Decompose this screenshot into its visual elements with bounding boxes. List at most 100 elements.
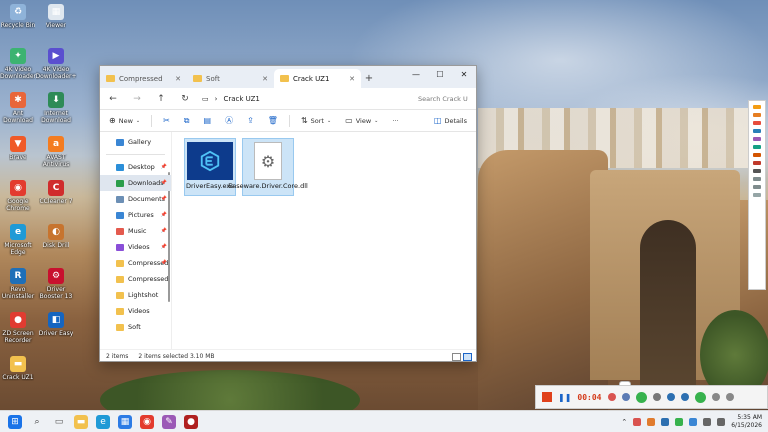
copy-button[interactable]: ⧉ (181, 114, 193, 128)
desktop-shortcut[interactable]: ● ZD Screen Recorder (0, 312, 38, 344)
eye-icon[interactable] (725, 393, 734, 401)
tray-app-icon[interactable] (661, 418, 670, 426)
shield-icon[interactable] (666, 393, 675, 401)
rename-button[interactable]: Ⓐ (222, 113, 236, 128)
desktop-shortcut[interactable]: ▬ Crack UZ1 (0, 356, 38, 381)
search-icon[interactable]: ⌕ (30, 415, 44, 429)
close-tab-icon[interactable]: ✕ (262, 75, 268, 83)
rectangle-tool-icon[interactable] (753, 137, 761, 141)
details-view-icon[interactable] (452, 352, 461, 361)
desktop-shortcut[interactable]: ◉ Google Chrome (0, 180, 38, 212)
nav-item[interactable]: Desktop 📌 (100, 159, 171, 175)
minimize-button[interactable]: — (404, 66, 428, 82)
more-options-button[interactable]: ··· (389, 115, 401, 127)
eraser-tool-icon[interactable] (753, 169, 761, 173)
share-button[interactable]: ⇪ (244, 114, 257, 127)
cut-button[interactable]: ✂ (160, 114, 173, 127)
chevron-up-icon[interactable]: ⌃ (621, 418, 627, 426)
marker-tool-icon[interactable] (753, 113, 761, 117)
close-tab-icon[interactable]: ✕ (175, 75, 181, 83)
nav-item[interactable]: Gallery (100, 134, 171, 150)
task-view-icon[interactable]: ▭ (52, 415, 66, 429)
desktop-shortcut[interactable]: ✦ 4K Video Downloader (0, 48, 38, 80)
desktop-shortcut[interactable]: C CCleaner 7 (36, 180, 76, 205)
desktop-shortcut[interactable]: ⚙ Driver Booster 13 (36, 268, 76, 300)
expand-icon[interactable] (711, 393, 720, 401)
tab[interactable]: Crack UZ1 ✕ (274, 69, 361, 88)
wifi-icon[interactable] (703, 418, 712, 426)
desktop-shortcut[interactable]: ▼ Brave (0, 136, 38, 161)
desktop-shortcut[interactable]: ▶ 4K Video Downloader+ (36, 48, 77, 80)
line-tool-icon[interactable] (753, 121, 761, 125)
camera-icon[interactable] (621, 393, 630, 401)
arrow-tool-icon[interactable] (753, 129, 761, 133)
nav-item[interactable]: Videos 📌 (100, 239, 171, 255)
desktop-shortcut[interactable]: ⬇ Internet Download Manager (36, 92, 76, 124)
nav-item[interactable]: Downloads 📌 (100, 175, 171, 191)
tray-app-icon[interactable] (675, 418, 684, 426)
start-icon[interactable]: ⊞ (8, 414, 22, 429)
nav-item[interactable]: Lightshot (100, 287, 171, 303)
file-explorer-icon[interactable]: ▬ (74, 414, 88, 429)
tab[interactable]: Soft ✕ (187, 69, 274, 88)
up-icon[interactable]: ↑ (154, 94, 168, 104)
back-icon[interactable]: ← (106, 94, 120, 104)
nav-item[interactable]: Music 📌 (100, 223, 171, 239)
highlight-tool-icon[interactable] (753, 161, 761, 165)
tray-app-icon[interactable] (647, 418, 656, 426)
pen-tool-icon[interactable] (753, 105, 761, 109)
nav-item[interactable]: Compressed (100, 271, 171, 287)
nav-item[interactable]: Compressed 📌 (100, 255, 171, 271)
details-button[interactable]: ◫ Details (431, 114, 470, 127)
brush-icon[interactable] (680, 393, 689, 401)
delete-button[interactable]: 🗑 (265, 114, 281, 127)
close-button[interactable]: ✕ (452, 66, 476, 82)
breadcrumb-current[interactable]: Crack UZ1 (223, 95, 259, 103)
desktop-shortcut[interactable]: a AVAST Antivirus (36, 136, 76, 168)
desktop-shortcut[interactable]: ◐ Disk Drill (36, 224, 76, 249)
close-tab-icon[interactable]: ✕ (349, 75, 355, 83)
desktop-shortcut[interactable]: e Microsoft Edge (0, 224, 38, 256)
volume-icon[interactable] (717, 418, 726, 426)
pen-icon[interactable]: ✎ (162, 414, 176, 429)
nav-item[interactable]: Soft (100, 319, 171, 335)
tab[interactable]: Compressed ✕ (100, 69, 187, 88)
forward-icon[interactable]: → (130, 94, 144, 104)
desktop-shortcut[interactable]: ◧ Driver Easy (36, 312, 76, 337)
search-input[interactable]: Search Crack U (414, 92, 470, 106)
chrome-icon[interactable]: ◉ (140, 414, 154, 429)
paste-button[interactable]: ▤ (201, 114, 215, 127)
undo-icon[interactable] (753, 177, 761, 181)
stop-record-button[interactable] (542, 392, 552, 402)
file-item[interactable]: ⚙ Easeware.Driver.Core.dll (228, 138, 308, 196)
sort-button[interactable]: ⇅ Sort ⌄ (298, 114, 334, 127)
large-icons-view-icon[interactable] (463, 352, 472, 361)
store-icon[interactable]: ▦ (118, 414, 132, 429)
tray-app-icon[interactable] (689, 418, 698, 426)
new-button[interactable]: ⊕ New ⌄ (106, 114, 143, 127)
edge-icon[interactable]: e (96, 414, 110, 429)
nav-item[interactable]: Documents 📌 (100, 191, 171, 207)
refresh-icon[interactable]: ↻ (178, 94, 192, 104)
desktop-shortcut[interactable]: ♻ Recycle Bin (0, 4, 38, 29)
nav-item[interactable]: Videos (100, 303, 171, 319)
maximize-button[interactable]: ☐ (428, 66, 452, 82)
webcam-icon[interactable] (607, 393, 616, 401)
desktop-shortcut[interactable]: R Revo Uninstaller (0, 268, 38, 300)
text-tool-icon[interactable] (753, 153, 761, 157)
mic-icon[interactable] (652, 393, 661, 401)
desktop-shortcut[interactable]: ▦ Viewer (36, 4, 76, 29)
ellipse-tool-icon[interactable] (753, 145, 761, 149)
screenshot-icon[interactable] (694, 391, 706, 403)
record-icon[interactable]: ● (184, 414, 198, 429)
clock[interactable]: 5:35 AM 6/15/2026 (731, 414, 762, 430)
desktop-shortcut[interactable]: ✱ Ant Download Manager (0, 92, 38, 124)
tray-app-icon[interactable] (633, 418, 642, 426)
view-button[interactable]: ▭ View ⌄ (342, 114, 381, 127)
new-tab-button[interactable]: + (361, 69, 377, 88)
breadcrumb[interactable]: ▭ › Crack UZ1 (202, 95, 404, 103)
clear-icon[interactable] (753, 193, 761, 197)
nav-item[interactable]: Pictures 📌 (100, 207, 171, 223)
pause-button[interactable]: ❚❚ (558, 393, 571, 402)
redo-icon[interactable] (753, 185, 761, 189)
